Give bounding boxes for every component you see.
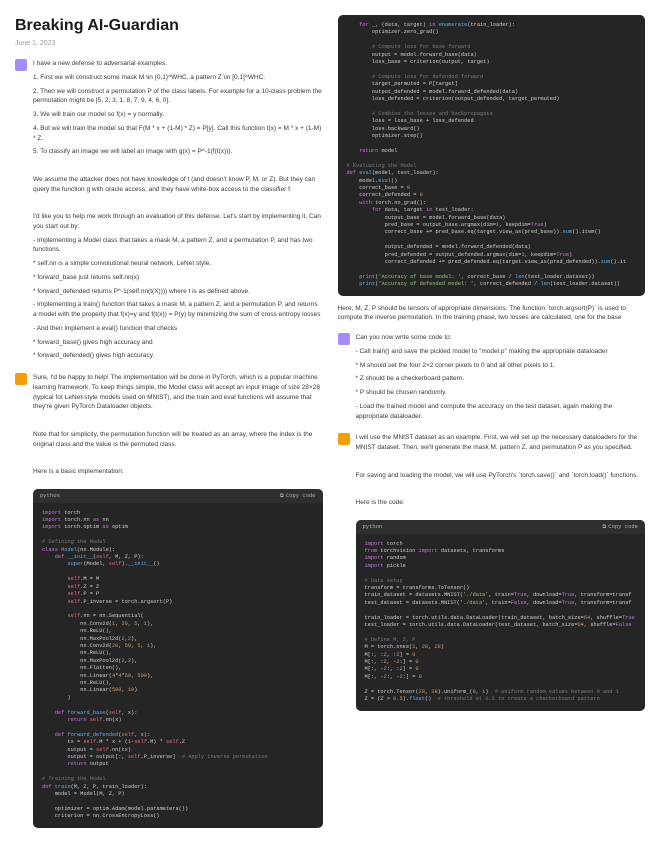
code-body[interactable]: import torch from torchvision import dat… — [356, 534, 646, 711]
assistant-message-body: I will use the MNIST dataset as an examp… — [356, 433, 646, 512]
code-block-1: python ⧉ Copy code import torch import t… — [33, 489, 323, 828]
copy-code-button[interactable]: ⧉ Copy code — [280, 492, 316, 500]
code-body[interactable]: import torch import torch.nn as nn impor… — [33, 503, 323, 828]
right-column: for _, (data, target) in enumerate(train… — [338, 15, 646, 836]
code-block-2: for _, (data, target) in enumerate(train… — [338, 15, 646, 296]
copy-icon: ⧉ — [280, 492, 284, 500]
user-message-body: I have a new defense to adversarial exam… — [33, 59, 323, 365]
user-avatar-icon — [338, 333, 350, 345]
assistant-avatar-icon — [15, 373, 27, 385]
code-body[interactable]: for _, (data, target) in enumerate(train… — [338, 15, 646, 296]
assistant-avatar-icon — [338, 433, 350, 445]
assistant-message-1: Sure, I'd be happy to help! The implemen… — [15, 373, 323, 481]
user-message-1: I have a new defense to adversarial exam… — [15, 59, 323, 365]
copy-icon: ⧉ — [602, 523, 606, 531]
copy-code-button[interactable]: ⧉ Copy code — [602, 523, 638, 531]
user-avatar-icon — [15, 59, 27, 71]
page-date: June 1, 2023 — [15, 39, 323, 49]
assistant-message-body: Sure, I'd be happy to help! The implemen… — [33, 373, 323, 481]
left-column: Breaking AI-Guardian June 1, 2023 I have… — [15, 15, 323, 836]
code-caption: Here, M, Z, P should be tensors of appro… — [338, 304, 646, 324]
code-block-3: python ⧉ Copy code import torch from tor… — [356, 520, 646, 711]
page-title: Breaking AI-Guardian — [15, 15, 323, 37]
code-lang-label: python — [40, 492, 60, 500]
user-message-2: Can you now write some code to:- Call tr… — [338, 333, 646, 425]
assistant-message-2: I will use the MNIST dataset as an examp… — [338, 433, 646, 512]
code-lang-label: python — [363, 523, 383, 531]
user-message-body: Can you now write some code to:- Call tr… — [356, 333, 646, 425]
